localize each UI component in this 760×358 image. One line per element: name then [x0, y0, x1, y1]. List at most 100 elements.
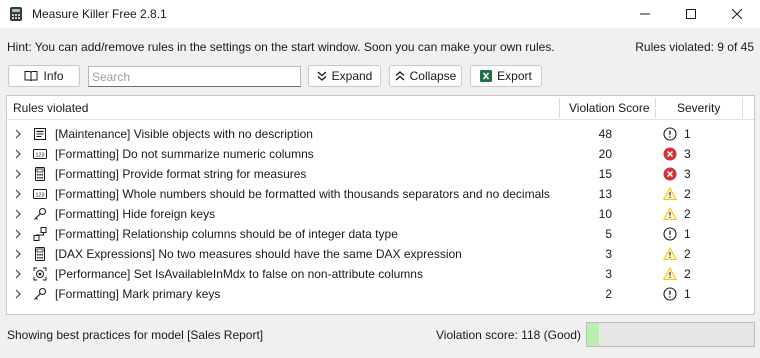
column-separator[interactable]	[655, 98, 656, 118]
info-icon	[663, 227, 677, 241]
rule-row[interactable]: 123 [Formatting] Whole numbers should be …	[7, 184, 754, 204]
violation-score: 13	[598, 187, 612, 201]
rule-row[interactable]: [Maintenance] Visible objects with no de…	[7, 124, 754, 144]
hint-bar: Hint: You can add/remove rules in the se…	[0, 38, 760, 58]
info-button[interactable]: Info	[8, 65, 80, 87]
expand-button[interactable]: Expand	[308, 65, 381, 87]
rule-label: [Formatting] Provide format string for m…	[55, 167, 307, 181]
warning-icon	[663, 247, 677, 261]
key-icon	[34, 287, 47, 300]
violation-score: 3	[605, 267, 612, 281]
violation-score: 20	[598, 147, 612, 161]
rule-row[interactable]: [DAX Expressions] No two measures should…	[7, 244, 754, 264]
status-text: Showing best practices for model [Sales …	[7, 328, 264, 342]
column-header-severity[interactable]: Severity	[677, 96, 720, 120]
rule-label: [Formatting] Hide foreign keys	[55, 207, 216, 221]
calculator-icon	[35, 167, 45, 181]
error-icon	[663, 167, 677, 181]
export-button[interactable]: Export	[470, 65, 542, 87]
rule-label: [Formatting] Relationship columns should…	[55, 227, 398, 241]
window-title: Measure Killer Free 2.8.1	[32, 7, 167, 21]
rule-row[interactable]: [Performance] Set IsAvailableInMdx to fa…	[7, 264, 754, 284]
violation-score: 10	[598, 207, 612, 221]
performance-icon	[33, 267, 47, 281]
chevron-right-icon[interactable]	[13, 129, 23, 139]
violation-score: 3	[605, 247, 612, 261]
relationship-icon	[33, 227, 47, 241]
numeric-column-icon: 123	[33, 189, 47, 199]
rule-row[interactable]: [Formatting] Relationship columns should…	[7, 224, 754, 244]
violation-score: 2	[605, 287, 612, 301]
rule-row[interactable]: [Formatting] Provide format string for m…	[7, 164, 754, 184]
severity-value: 2	[684, 187, 691, 201]
title-bar: Measure Killer Free 2.8.1	[0, 0, 760, 28]
rules-violated-count: Rules violated: 9 of 45	[635, 40, 754, 54]
error-icon	[663, 147, 677, 161]
rule-row[interactable]: [Formatting] Mark primary keys 2 1	[7, 284, 754, 304]
rule-label: [Maintenance] Visible objects with no de…	[55, 127, 313, 141]
key-icon	[34, 207, 47, 220]
chevron-right-icon[interactable]	[13, 269, 23, 279]
search-input[interactable]	[88, 66, 301, 87]
severity-value: 2	[684, 267, 691, 281]
maximize-icon	[686, 9, 696, 19]
grid-header: Rules violated Violation Score Severity	[7, 96, 754, 120]
warning-icon	[663, 207, 677, 221]
minimize-icon	[640, 13, 650, 15]
rule-label: [Formatting] Mark primary keys	[55, 287, 221, 301]
column-header-rules[interactable]: Rules violated	[13, 96, 88, 120]
expand-button-label: Expand	[331, 69, 373, 83]
rule-row[interactable]: [Formatting] Hide foreign keys 10 2	[7, 204, 754, 224]
expand-icon	[317, 71, 327, 81]
rule-row[interactable]: 123 [Formatting] Do not summarize numeric…	[7, 144, 754, 164]
violation-score: 5	[605, 227, 612, 241]
violation-score-bar	[586, 322, 755, 347]
rule-label: [Formatting] Do not summarize numeric co…	[55, 147, 314, 161]
svg-text:123: 123	[35, 153, 44, 159]
severity-value: 1	[684, 127, 691, 141]
toolbar: Info Expand Collapse Export	[0, 65, 760, 89]
hint-text: Hint: You can add/remove rules in the se…	[7, 40, 555, 54]
column-separator[interactable]	[742, 98, 743, 118]
violation-score-text: Violation score: 118 (Good)	[436, 328, 581, 342]
chevron-right-icon[interactable]	[13, 189, 23, 199]
info-icon	[663, 127, 677, 141]
minimize-button[interactable]	[622, 0, 668, 28]
column-header-violation-score[interactable]: Violation Score	[569, 96, 650, 120]
calculator-icon	[35, 247, 45, 261]
maximize-button[interactable]	[668, 0, 714, 28]
status-bar: Showing best practices for model [Sales …	[0, 320, 760, 350]
collapse-button[interactable]: Collapse	[389, 65, 462, 87]
collapse-icon	[395, 71, 405, 81]
excel-icon	[480, 70, 493, 82]
rule-label: [Formatting] Whole numbers should be for…	[55, 187, 550, 201]
info-button-label: Info	[43, 69, 64, 83]
rule-label: [Performance] Set IsAvailableInMdx to fa…	[55, 267, 423, 281]
chevron-right-icon[interactable]	[13, 289, 23, 299]
collapse-button-label: Collapse	[409, 69, 457, 83]
book-icon	[24, 71, 38, 82]
svg-text:123: 123	[35, 193, 44, 199]
chevron-right-icon[interactable]	[13, 229, 23, 239]
severity-value: 3	[684, 167, 691, 181]
chevron-right-icon[interactable]	[13, 249, 23, 259]
chevron-right-icon[interactable]	[13, 149, 23, 159]
severity-value: 1	[684, 287, 691, 301]
description-icon	[34, 128, 46, 140]
numeric-column-icon: 123	[33, 149, 47, 159]
severity-value: 2	[684, 207, 691, 221]
close-button[interactable]	[714, 0, 760, 28]
chevron-right-icon[interactable]	[13, 169, 23, 179]
severity-value: 3	[684, 147, 691, 161]
chevron-right-icon[interactable]	[13, 209, 23, 219]
column-separator[interactable]	[559, 98, 560, 118]
violation-score: 48	[598, 127, 612, 141]
severity-value: 1	[684, 227, 691, 241]
warning-icon	[663, 187, 677, 201]
rules-grid: Rules violated Violation Score Severity …	[6, 95, 755, 315]
app-logo-icon	[10, 7, 22, 21]
rule-label: [DAX Expressions] No two measures should…	[55, 247, 462, 261]
severity-value: 2	[684, 247, 691, 261]
violation-score-fill	[587, 323, 599, 346]
warning-icon	[663, 267, 677, 281]
